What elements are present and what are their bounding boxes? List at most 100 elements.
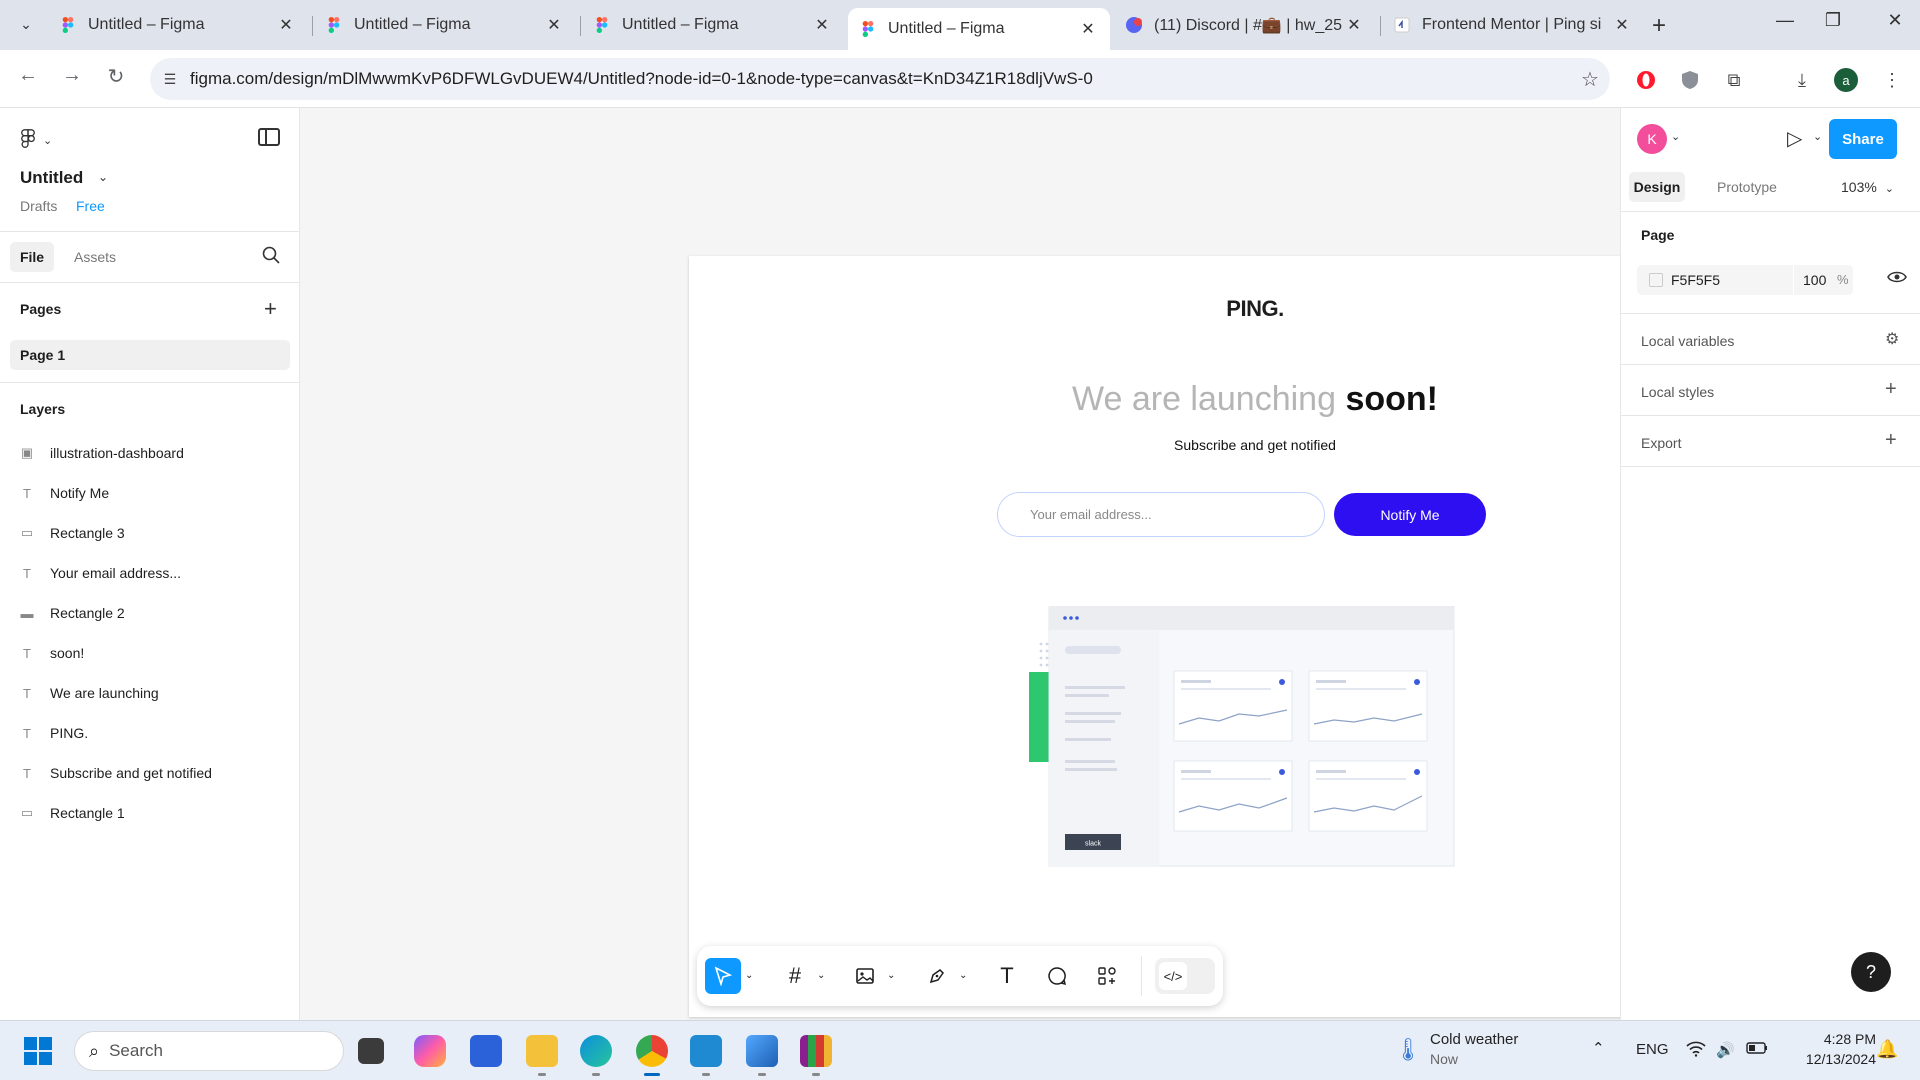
text-tool-button[interactable]: T bbox=[989, 958, 1025, 994]
close-icon[interactable]: ✕ bbox=[1078, 19, 1098, 39]
export-label[interactable]: Export bbox=[1641, 435, 1681, 451]
dev-mode-toggle[interactable]: </> bbox=[1155, 958, 1215, 994]
chevron-down-icon[interactable]: ⌄ bbox=[1813, 130, 1822, 143]
chevron-down-icon[interactable]: ⌄ bbox=[887, 970, 895, 981]
layer-item[interactable]: ▬ Rectangle 2 bbox=[20, 601, 125, 625]
language-indicator[interactable]: ENG bbox=[1636, 1041, 1669, 1058]
chevron-down-icon[interactable]: ⌄ bbox=[959, 970, 967, 981]
url-text[interactable]: figma.com/design/mDlMwwmKvP6DFWLGvDUEW4/… bbox=[190, 69, 1570, 89]
profile-avatar[interactable]: a bbox=[1832, 66, 1860, 94]
close-icon[interactable]: ✕ bbox=[1344, 15, 1364, 35]
tab-prototype[interactable]: Prototype bbox=[1717, 179, 1777, 195]
comment-tool-button[interactable] bbox=[1039, 958, 1075, 994]
browser-tab[interactable]: (11) Discord | #💼 | hw_25 ✕ bbox=[1114, 6, 1376, 44]
browser-tab[interactable]: Untitled – Figma ✕ bbox=[582, 6, 844, 44]
close-icon[interactable]: ✕ bbox=[544, 15, 564, 35]
zoom-control[interactable]: 103% ⌄ bbox=[1841, 179, 1894, 195]
minimize-button[interactable]: — bbox=[1762, 10, 1808, 31]
illustration-dashboard[interactable]: slack bbox=[1029, 606, 1489, 906]
tab-search-button[interactable]: ⌄ bbox=[10, 8, 42, 40]
add-page-button[interactable]: + bbox=[264, 296, 277, 322]
file-explorer-icon[interactable] bbox=[526, 1035, 558, 1067]
back-button[interactable]: ← bbox=[12, 64, 44, 94]
eye-icon[interactable] bbox=[1887, 270, 1907, 289]
windows-start-icon[interactable] bbox=[24, 1037, 52, 1065]
microsoft-store-icon[interactable] bbox=[470, 1035, 502, 1067]
toggle-ui-icon[interactable] bbox=[258, 128, 280, 146]
local-variables-label[interactable]: Local variables bbox=[1641, 333, 1734, 349]
chevron-down-icon[interactable]: ⌄ bbox=[745, 970, 753, 981]
thermometer-icon[interactable]: 🌡 bbox=[1394, 1037, 1422, 1063]
chrome-icon[interactable] bbox=[636, 1035, 668, 1067]
winrar-icon[interactable] bbox=[800, 1035, 832, 1067]
browser-tab[interactable]: Frontend Mentor | Ping si ✕ bbox=[1382, 6, 1644, 44]
browser-tab[interactable]: Untitled – Figma ✕ bbox=[314, 6, 576, 44]
actions-tool-button[interactable] bbox=[1089, 958, 1125, 994]
shield-extension-icon[interactable] bbox=[1676, 66, 1704, 94]
close-icon[interactable]: ✕ bbox=[812, 15, 832, 35]
reload-button[interactable]: ↻ bbox=[100, 64, 132, 94]
copilot-icon[interactable] bbox=[414, 1035, 446, 1067]
extensions-puzzle-icon[interactable]: ⧉ bbox=[1720, 66, 1748, 94]
figma-main-menu-icon[interactable]: ⌄ bbox=[20, 128, 52, 149]
notification-bell-icon[interactable]: 🔔 bbox=[1876, 1039, 1898, 1060]
help-button[interactable]: ? bbox=[1851, 952, 1891, 992]
photos-icon[interactable] bbox=[746, 1035, 778, 1067]
edge-icon[interactable] bbox=[580, 1035, 612, 1067]
browser-tab-active[interactable]: Untitled – Figma ✕ bbox=[848, 8, 1110, 50]
page-item[interactable]: Page 1 bbox=[10, 340, 290, 370]
design-canvas[interactable]: PING. We are launching soon! Subscribe a… bbox=[300, 108, 1821, 1020]
layer-item[interactable]: T We are launching bbox=[20, 681, 159, 705]
chevron-down-icon[interactable]: ⌄ bbox=[1671, 130, 1680, 143]
taskbar-search[interactable]: ⌕ Search bbox=[74, 1031, 344, 1071]
clock-date[interactable]: 12/13/2024 bbox=[1786, 1051, 1876, 1067]
share-button[interactable]: Share bbox=[1829, 119, 1897, 159]
headline-light[interactable]: We are launching bbox=[1072, 380, 1336, 418]
layer-item[interactable]: T PING. bbox=[20, 721, 88, 745]
present-play-icon[interactable]: ▷ bbox=[1787, 126, 1802, 151]
layer-item[interactable]: T soon! bbox=[20, 641, 84, 665]
pen-tool-button[interactable] bbox=[919, 958, 955, 994]
layer-item[interactable]: T Your email address... bbox=[20, 561, 181, 585]
layer-item[interactable]: ▣ illustration-dashboard bbox=[20, 441, 184, 465]
email-field-mock[interactable]: Your email address... bbox=[997, 492, 1325, 537]
restore-button[interactable]: ❐ bbox=[1810, 10, 1856, 31]
color-swatch[interactable] bbox=[1649, 273, 1663, 287]
new-tab-button[interactable]: + bbox=[1652, 12, 1666, 40]
tab-assets[interactable]: Assets bbox=[74, 249, 116, 265]
file-title[interactable]: Untitled bbox=[20, 168, 83, 188]
image-tool-button[interactable] bbox=[847, 958, 883, 994]
battery-icon[interactable] bbox=[1746, 1041, 1768, 1058]
plan-badge[interactable]: Free bbox=[76, 198, 105, 214]
notify-me-button-mock[interactable]: Notify Me bbox=[1334, 493, 1486, 536]
close-icon[interactable]: ✕ bbox=[276, 15, 296, 35]
layer-item[interactable]: ▭ Rectangle 3 bbox=[20, 521, 125, 545]
clock-time[interactable]: 4:28 PM bbox=[1786, 1031, 1876, 1047]
browser-tab[interactable]: Untitled – Figma ✕ bbox=[48, 6, 308, 44]
tab-design[interactable]: Design bbox=[1629, 172, 1685, 202]
local-styles-label[interactable]: Local styles bbox=[1641, 384, 1714, 400]
download-icon[interactable]: ⤓ bbox=[1788, 66, 1816, 94]
drafts-link[interactable]: Drafts bbox=[20, 198, 57, 214]
task-view-icon[interactable] bbox=[358, 1038, 384, 1064]
volume-icon[interactable]: 🔊 bbox=[1716, 1041, 1735, 1059]
chevron-down-icon[interactable]: ⌄ bbox=[817, 970, 825, 981]
tab-file[interactable]: File bbox=[10, 242, 54, 272]
frame-tool-button[interactable]: # bbox=[777, 958, 813, 994]
vscode-icon[interactable] bbox=[690, 1035, 722, 1067]
close-icon[interactable]: ✕ bbox=[1612, 15, 1632, 35]
bookmark-star-icon[interactable]: ☆ bbox=[1570, 67, 1610, 92]
user-avatar[interactable]: K bbox=[1637, 124, 1667, 154]
address-bar[interactable]: ☰ figma.com/design/mDlMwwmKvP6DFWLGvDUEW… bbox=[150, 58, 1610, 100]
layer-item[interactable]: T Notify Me bbox=[20, 481, 109, 505]
color-hex-value[interactable]: F5F5F5 bbox=[1671, 272, 1720, 288]
wifi-icon[interactable] bbox=[1686, 1041, 1706, 1061]
forward-button[interactable]: → bbox=[56, 64, 88, 94]
move-tool-button[interactable] bbox=[705, 958, 741, 994]
layer-item[interactable]: T Subscribe and get notified bbox=[20, 761, 212, 785]
variables-settings-icon[interactable]: ⚙ bbox=[1885, 329, 1899, 349]
add-export-icon[interactable]: + bbox=[1885, 429, 1897, 452]
add-style-icon[interactable]: + bbox=[1885, 378, 1897, 401]
opacity-value[interactable]: 100 bbox=[1803, 272, 1826, 288]
code-icon[interactable]: </> bbox=[1159, 962, 1187, 990]
